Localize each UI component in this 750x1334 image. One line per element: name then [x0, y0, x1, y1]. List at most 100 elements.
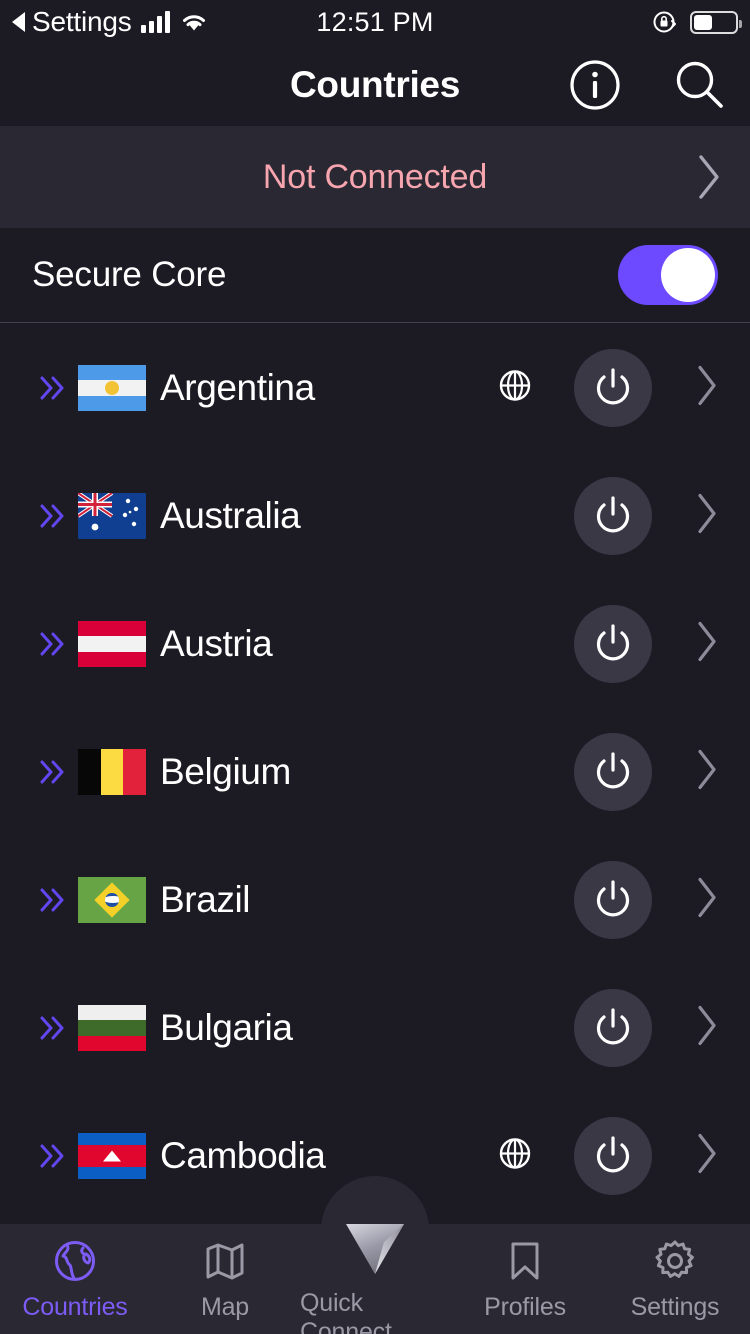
connect-power-button[interactable] — [574, 605, 652, 683]
country-name: Bulgaria — [160, 1007, 293, 1048]
map-icon — [206, 1243, 244, 1280]
tab-map[interactable]: Map — [150, 1224, 300, 1334]
connect-power-button[interactable] — [574, 1117, 652, 1195]
globe-icon — [499, 370, 531, 401]
power-icon — [596, 1136, 630, 1173]
secure-core-chevron — [36, 883, 70, 917]
double-chevron-right-icon — [40, 632, 64, 656]
secure-core-chevron — [36, 1139, 70, 1173]
secure-core-chevron — [36, 499, 70, 533]
secure-core-chevron — [36, 755, 70, 789]
chevron-right-icon — [698, 1005, 716, 1046]
connection-status-banner[interactable]: Not Connected — [0, 126, 750, 228]
power-icon — [596, 496, 630, 533]
country-row[interactable]: Brazil — [0, 836, 750, 964]
connect-power-button[interactable] — [574, 861, 652, 939]
connect-power-button[interactable] — [574, 349, 652, 427]
app-screen: Settings 12:51 PM Countries Not Connecte… — [0, 0, 750, 1334]
country-flag — [78, 1005, 146, 1051]
chevron-right-icon — [698, 621, 716, 662]
secure-core-chevron — [36, 627, 70, 661]
secure-core-chevron — [36, 371, 70, 405]
chevron-right-icon — [699, 155, 719, 199]
info-icon[interactable] — [568, 58, 622, 112]
chevron-right-icon — [698, 1133, 716, 1174]
secure-core-chevron — [36, 1011, 70, 1045]
country-detail-chevron[interactable] — [694, 875, 720, 926]
tor-globe-icon — [496, 1135, 534, 1178]
country-name: Argentina — [160, 367, 315, 408]
rotation-lock-icon — [653, 11, 676, 33]
power-icon — [596, 752, 630, 789]
connection-status-text: Not Connected — [262, 157, 488, 196]
chevron-right-icon — [698, 877, 716, 918]
toggle-knob — [661, 248, 715, 302]
country-name: Australia — [160, 495, 301, 536]
nav-actions — [568, 57, 728, 113]
country-name: Austria — [160, 623, 273, 664]
country-row[interactable]: Argentina — [0, 324, 750, 452]
secure-core-toggle[interactable] — [618, 245, 718, 305]
globe-icon — [55, 1241, 95, 1281]
country-flag — [78, 365, 146, 411]
double-chevron-right-icon — [40, 1016, 64, 1040]
tab-label: Quick Connect — [300, 1288, 392, 1334]
tab-bar: Countries Map Quick Connect Profiles Set… — [0, 1176, 750, 1334]
double-chevron-right-icon — [40, 504, 64, 528]
status-bar-clock: 12:51 PM — [316, 7, 434, 37]
tab-label: Map — [200, 1293, 250, 1321]
connect-power-button[interactable] — [574, 477, 652, 555]
secure-core-row: Secure Core — [0, 228, 750, 323]
protonvpn-logo-icon — [346, 1223, 404, 1274]
chevron-right-icon — [698, 365, 716, 406]
country-detail-chevron[interactable] — [694, 747, 720, 798]
double-chevron-right-icon — [40, 760, 64, 784]
country-row[interactable]: Australia — [0, 452, 750, 580]
connect-power-button[interactable] — [574, 733, 652, 811]
country-flag — [78, 1133, 146, 1179]
power-icon — [596, 1008, 630, 1045]
power-icon — [596, 368, 630, 405]
chevron-right-icon — [698, 749, 716, 790]
country-row[interactable]: Austria — [0, 580, 750, 708]
country-flag — [78, 877, 146, 923]
double-chevron-right-icon — [40, 1144, 64, 1168]
tab-label: Profiles — [484, 1293, 566, 1321]
tab-label: Countries — [22, 1293, 128, 1321]
country-flag — [78, 621, 146, 667]
status-bar: Settings 12:51 PM — [0, 0, 750, 44]
tab-settings[interactable]: Settings — [600, 1224, 750, 1334]
country-flag — [78, 493, 146, 539]
country-detail-chevron[interactable] — [694, 1131, 720, 1182]
connect-power-button[interactable] — [574, 989, 652, 1067]
secure-core-label: Secure Core — [32, 255, 227, 294]
power-icon — [596, 880, 630, 917]
chevron-right-icon — [698, 493, 716, 534]
tab-quick-connect[interactable]: Quick Connect — [300, 1176, 450, 1334]
tab-label: Settings — [630, 1293, 720, 1321]
country-row[interactable]: Belgium — [0, 708, 750, 836]
country-detail-chevron[interactable] — [694, 363, 720, 414]
country-row[interactable]: Bulgaria — [0, 964, 750, 1092]
tab-countries[interactable]: Countries — [0, 1224, 150, 1334]
country-detail-chevron[interactable] — [694, 1003, 720, 1054]
country-name: Belgium — [160, 751, 291, 792]
bookmark-icon — [511, 1242, 539, 1280]
gear-icon — [655, 1240, 694, 1278]
search-icon[interactable] — [672, 57, 728, 113]
country-name: Cambodia — [160, 1135, 326, 1176]
country-list[interactable]: Argentina Australia Austria Belgium Brazil Bu… — [0, 324, 750, 1224]
tab-profiles[interactable]: Profiles — [450, 1224, 600, 1334]
battery-icon — [690, 10, 742, 34]
country-name: Brazil — [160, 879, 251, 920]
country-flag — [78, 749, 146, 795]
status-bar-right — [652, 0, 742, 44]
tor-globe-icon — [496, 367, 534, 410]
country-detail-chevron[interactable] — [694, 619, 720, 670]
double-chevron-right-icon — [40, 376, 64, 400]
power-icon — [596, 624, 630, 661]
globe-icon — [499, 1138, 531, 1169]
double-chevron-right-icon — [40, 888, 64, 912]
nav-bar: Countries — [0, 44, 750, 126]
country-detail-chevron[interactable] — [694, 491, 720, 542]
